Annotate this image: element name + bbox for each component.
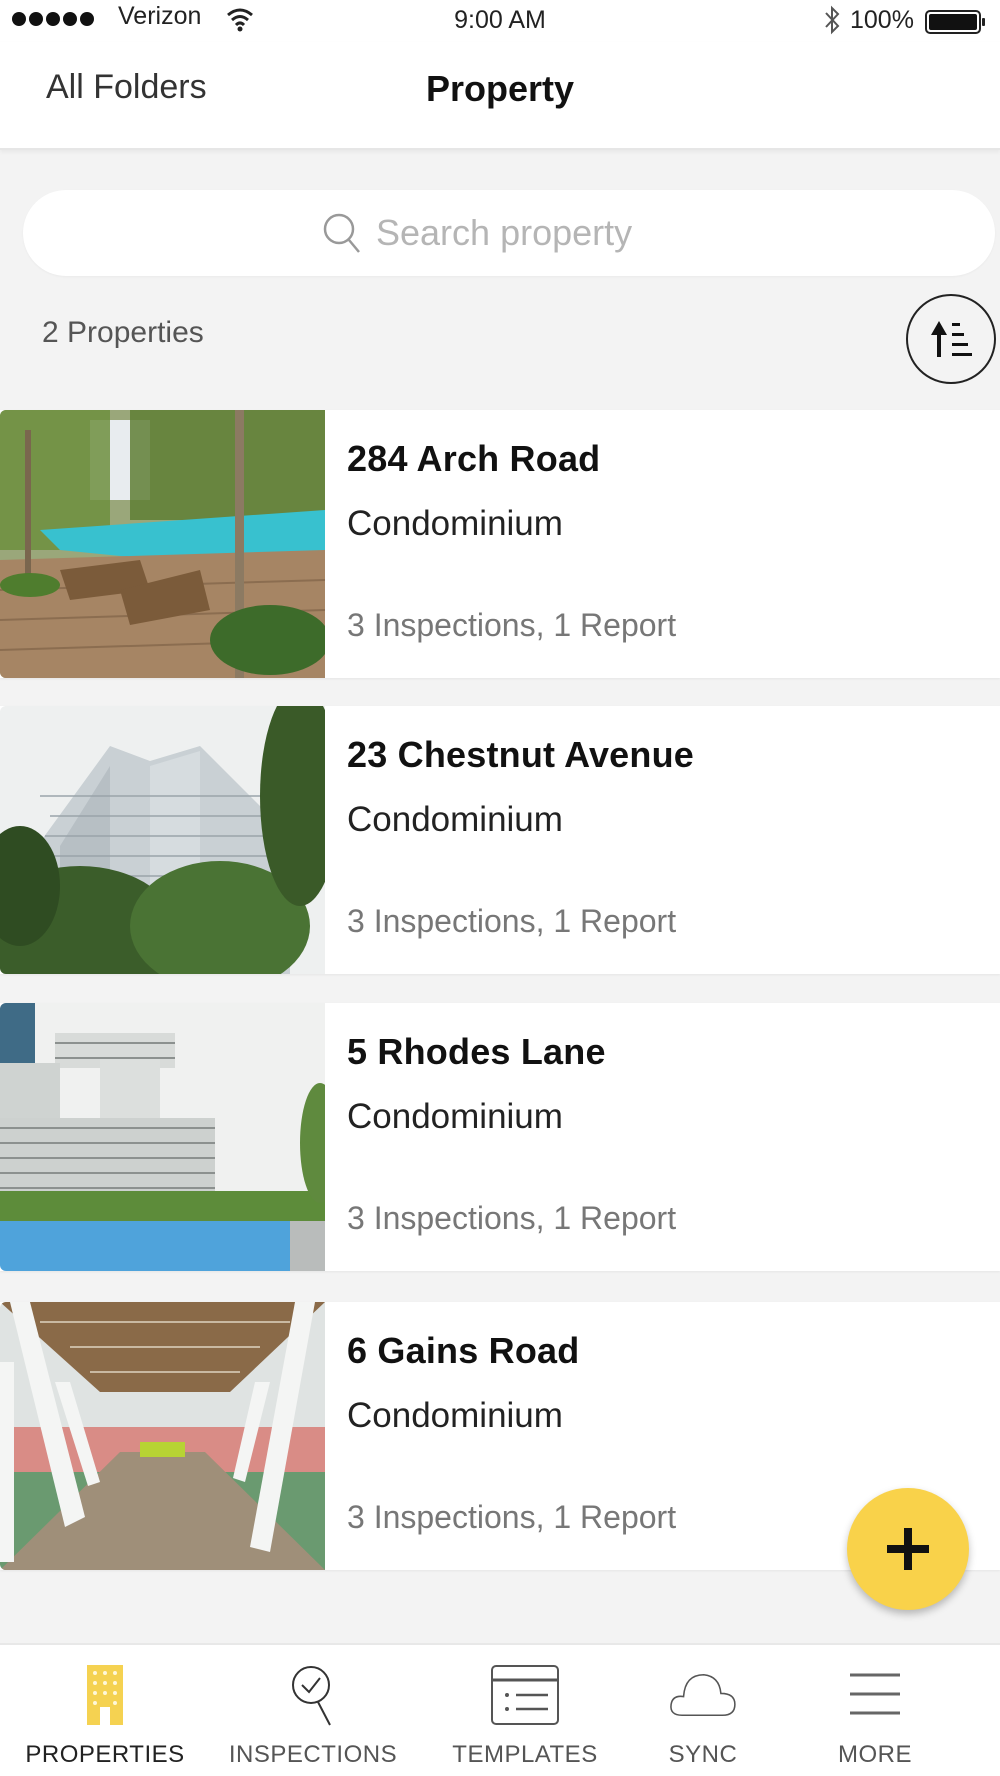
tab-inspections[interactable]: INSPECTIONS bbox=[218, 1645, 408, 1776]
tab-label: MORE bbox=[838, 1741, 912, 1768]
battery-icon bbox=[925, 10, 985, 34]
navigation-bar: All Folders Property bbox=[0, 42, 1000, 150]
property-details: 23 Chestnut Avenue Condominium 3 Inspect… bbox=[325, 706, 1000, 974]
tab-sync[interactable]: SYNC bbox=[608, 1645, 798, 1776]
battery-percent: 100% bbox=[850, 6, 914, 34]
search-icon bbox=[323, 213, 360, 253]
property-name: 6 Gains Road bbox=[347, 1330, 580, 1371]
search-bar[interactable] bbox=[23, 190, 995, 276]
property-stats: 3 Inspections, 1 Report bbox=[347, 1499, 677, 1535]
property-details: 5 Rhodes Lane Condominium 3 Inspections,… bbox=[325, 1003, 1000, 1271]
tab-label: PROPERTIES bbox=[25, 1741, 185, 1768]
property-count: 2 Properties bbox=[42, 316, 204, 349]
property-photo bbox=[0, 706, 325, 974]
sort-button[interactable] bbox=[906, 294, 996, 384]
property-type: Condominium bbox=[347, 800, 563, 839]
property-card[interactable]: 284 Arch Road Condominium 3 Inspections,… bbox=[0, 410, 1000, 678]
search-input[interactable] bbox=[376, 212, 696, 254]
property-type: Condominium bbox=[347, 504, 563, 543]
property-stats: 3 Inspections, 1 Report bbox=[347, 903, 677, 939]
property-photo bbox=[0, 1003, 325, 1271]
page-title: Property bbox=[425, 68, 575, 109]
tab-properties[interactable]: PROPERTIES bbox=[10, 1645, 200, 1776]
property-type: Condominium bbox=[347, 1097, 563, 1136]
bluetooth-icon bbox=[825, 5, 840, 35]
property-card[interactable]: 23 Chestnut Avenue Condominium 3 Inspect… bbox=[0, 706, 1000, 974]
cloud-icon bbox=[670, 1673, 736, 1716]
tab-label: SYNC bbox=[668, 1741, 738, 1768]
property-photo bbox=[0, 1302, 325, 1570]
status-bar: Verizon 9:00 AM 100% bbox=[0, 0, 1000, 42]
tab-more[interactable]: MORE bbox=[780, 1645, 970, 1776]
inspection-search-icon bbox=[292, 1666, 331, 1726]
add-property-button[interactable] bbox=[847, 1488, 969, 1610]
property-details: 284 Arch Road Condominium 3 Inspections,… bbox=[325, 410, 1000, 678]
tab-label: TEMPLATES bbox=[452, 1741, 598, 1768]
sort-ascending-icon bbox=[931, 321, 972, 357]
property-stats: 3 Inspections, 1 Report bbox=[347, 1200, 677, 1236]
property-type: Condominium bbox=[347, 1396, 563, 1435]
tab-templates[interactable]: TEMPLATES bbox=[430, 1645, 620, 1776]
property-photo bbox=[0, 410, 325, 678]
tab-label: INSPECTIONS bbox=[228, 1741, 398, 1768]
property-card[interactable]: 5 Rhodes Lane Condominium 3 Inspections,… bbox=[0, 1003, 1000, 1271]
plus-icon bbox=[887, 1528, 929, 1570]
property-stats: 3 Inspections, 1 Report bbox=[347, 607, 677, 643]
property-name: 5 Rhodes Lane bbox=[347, 1031, 606, 1072]
template-list-icon bbox=[491, 1665, 559, 1725]
property-name: 284 Arch Road bbox=[347, 438, 601, 479]
tab-bar: PROPERTIES INSPECTIONS TEMPLATES SYNC MO… bbox=[0, 1643, 1000, 1776]
menu-icon bbox=[850, 1673, 900, 1715]
property-name: 23 Chestnut Avenue bbox=[347, 734, 695, 775]
building-icon bbox=[87, 1665, 123, 1725]
